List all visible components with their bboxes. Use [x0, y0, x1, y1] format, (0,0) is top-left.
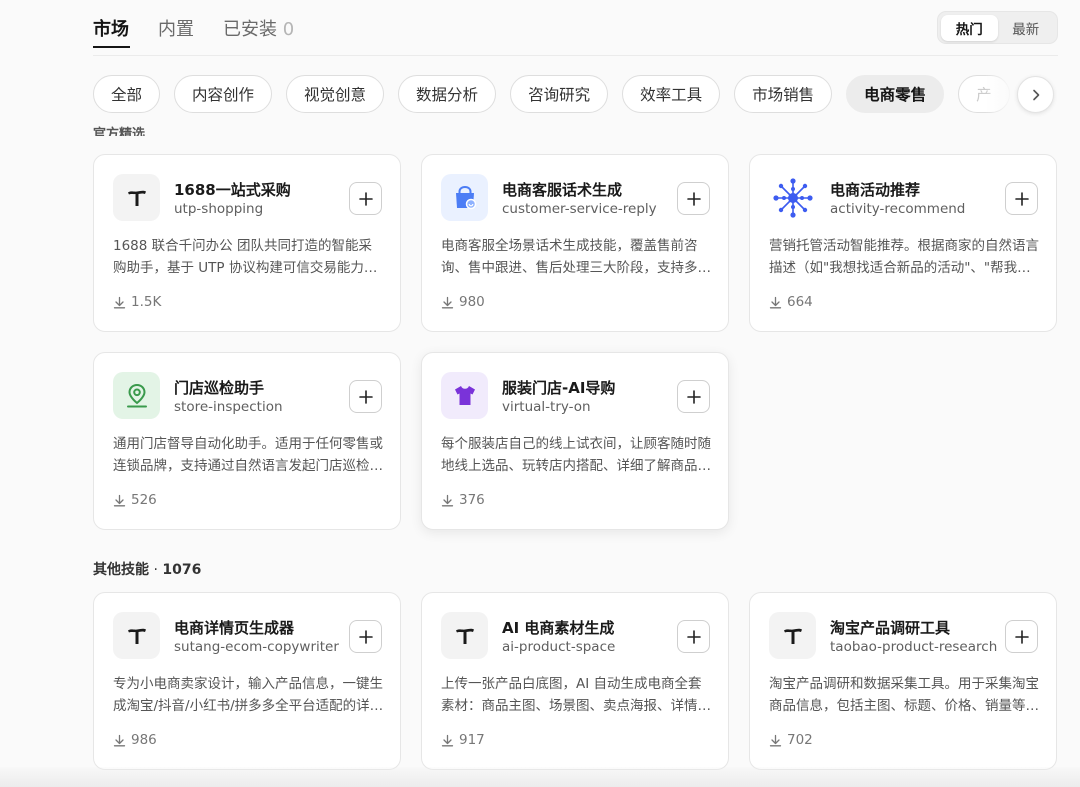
- t-logo-icon: [113, 174, 160, 221]
- skill-description: 1688 联合千问办公 团队共同打造的智能采购助手，基于 UTP 协议构建可信交…: [113, 238, 378, 276]
- download-icon: [441, 494, 454, 506]
- skill-slug: virtual-try-on: [502, 399, 591, 415]
- bottom-fade: [0, 767, 1080, 787]
- skill-name: 服装门店-AI导购: [502, 379, 616, 397]
- top-divider: [93, 55, 1058, 56]
- t-logo-icon: [441, 612, 488, 659]
- add-skill-button[interactable]: [1005, 182, 1038, 215]
- skill-description: 电商客服全场景话术生成技能，覆盖售前咨询、售中跟进、售后处理三大阶段，支持多种风…: [441, 238, 711, 276]
- sparkle-network-icon: [769, 174, 816, 221]
- plus-icon: [1014, 629, 1029, 644]
- t-logo-icon: [113, 612, 160, 659]
- skill-name: 电商客服话术生成: [502, 181, 623, 199]
- skill-slug: store-inspection: [174, 399, 283, 415]
- skill-description: 专为小电商卖家设计，输入产品信息，一键生成淘宝/抖音/小红书/拼多多全平台适配的…: [113, 676, 384, 714]
- download-icon: [113, 734, 126, 746]
- add-skill-button[interactable]: [349, 182, 382, 215]
- chips-next-button[interactable]: [1017, 76, 1054, 113]
- skill-description: 淘宝产品调研和数据采集工具。用于采集淘宝商品信息，包括主图、标题、价格、销量等数…: [769, 676, 1039, 714]
- skill-name: 电商详情页生成器: [174, 619, 295, 637]
- plus-icon: [686, 191, 701, 206]
- skill-name: 淘宝产品调研工具: [830, 619, 951, 637]
- skill-description: 上传一张产品白底图，AI 自动生成电商全套素材：商品主图、场景图、卖点海报、详情…: [441, 676, 711, 714]
- chip-all[interactable]: 全部: [93, 75, 161, 113]
- skill-card-customer-service-reply[interactable]: 电商客服话术生成 customer-service-reply 电商客服全场景话…: [421, 154, 729, 332]
- download-icon: [441, 296, 454, 308]
- top-tabs: 市场 内置 已安装 0: [93, 15, 323, 41]
- add-skill-button[interactable]: [349, 620, 382, 653]
- download-count: 376: [441, 492, 485, 508]
- plus-icon: [686, 389, 701, 404]
- chip-visual[interactable]: 视觉创意: [286, 75, 385, 113]
- chip-ecommerce[interactable]: 电商零售: [846, 75, 945, 113]
- skill-card-ai-product-space[interactable]: AI 电商素材生成 ai-product-space 上传一张产品白底图，AI …: [421, 592, 729, 770]
- skill-card-store-inspection[interactable]: 门店巡检助手 store-inspection 通用门店督导自动化助手。适用于任…: [93, 352, 401, 530]
- download-count: 986: [113, 732, 157, 748]
- tab-builtin[interactable]: 内置: [158, 15, 194, 41]
- skill-card-sutang-ecom-copywriter[interactable]: 电商详情页生成器 sutang-ecom-copywriter 专为小电商卖家设…: [93, 592, 401, 770]
- add-skill-button[interactable]: [677, 620, 710, 653]
- tab-market[interactable]: 市场: [93, 15, 129, 41]
- download-icon: [769, 296, 782, 308]
- add-skill-button[interactable]: [677, 182, 710, 215]
- download-count: 702: [769, 732, 813, 748]
- skill-name: 电商活动推荐: [830, 181, 921, 199]
- download-count: 917: [441, 732, 485, 748]
- skill-name: 1688一站式采购: [174, 181, 291, 199]
- other-section-title: 其他技能 · 1076: [93, 562, 202, 578]
- skill-name: 门店巡检助手: [174, 379, 265, 397]
- chip-consulting[interactable]: 咨询研究: [510, 75, 609, 113]
- category-chips: 全部 内容创作 视觉创意 数据分析 咨询研究 效率工具 市场销售 电商零售 产: [93, 75, 1057, 113]
- sort-toggle: 热门 最新: [937, 11, 1058, 44]
- skill-card-activity-recommend[interactable]: 电商活动推荐 activity-recommend 营销托管活动智能推荐。根据商…: [749, 154, 1057, 332]
- skill-slug: utp-shopping: [174, 201, 264, 217]
- skill-slug: ai-product-space: [502, 639, 616, 655]
- shopping-bag-icon: [441, 174, 488, 221]
- download-icon: [769, 734, 782, 746]
- plus-icon: [686, 629, 701, 644]
- skill-slug: sutang-ecom-copywriter: [174, 639, 339, 655]
- skill-name: AI 电商素材生成: [502, 619, 615, 637]
- skill-slug: taobao-product-research: [830, 639, 998, 655]
- download-count: 526: [113, 492, 157, 508]
- plus-icon: [358, 629, 373, 644]
- add-skill-button[interactable]: [1005, 620, 1038, 653]
- chip-content[interactable]: 内容创作: [174, 75, 273, 113]
- download-count: 664: [769, 294, 813, 310]
- active-tab-underline: [93, 46, 130, 48]
- plus-icon: [358, 389, 373, 404]
- add-skill-button[interactable]: [677, 380, 710, 413]
- t-shirt-icon: [441, 372, 488, 419]
- download-icon: [113, 296, 126, 308]
- map-pin-icon: [113, 372, 160, 419]
- skill-description: 每个服装店自己的线上试衣间，让顾客随时随地线上选品、玩转店内搭配、详细了解商品信…: [441, 436, 711, 474]
- skill-slug: activity-recommend: [830, 201, 966, 217]
- add-skill-button[interactable]: [349, 380, 382, 413]
- skill-card-utp-shopping[interactable]: 1688一站式采购 utp-shopping 1688 联合千问办公 团队共同打…: [93, 154, 401, 332]
- tab-installed[interactable]: 已安装 0: [223, 15, 294, 41]
- chip-data[interactable]: 数据分析: [398, 75, 497, 113]
- skill-description: 通用门店督导自动化助手。适用于任何零售或连锁品牌，支持通过自然语言发起门店巡检任…: [113, 436, 383, 474]
- other-section-count: 1076: [162, 562, 202, 578]
- sort-hot-button[interactable]: 热门: [941, 14, 998, 41]
- download-count: 980: [441, 294, 485, 310]
- t-logo-icon: [769, 612, 816, 659]
- skill-slug: customer-service-reply: [502, 201, 657, 217]
- skill-card-virtual-try-on[interactable]: 服装门店-AI导购 virtual-try-on 每个服装店自己的线上试衣间，让…: [421, 352, 729, 530]
- plus-icon: [358, 191, 373, 206]
- skill-description: 营销托管活动智能推荐。根据商家的自然语言描述（如"我想找适合新品的活动"、"帮我…: [769, 238, 1039, 276]
- skill-card-taobao-product-research[interactable]: 淘宝产品调研工具 taobao-product-research 淘宝产品调研和…: [749, 592, 1057, 770]
- chip-efficiency[interactable]: 效率工具: [622, 75, 721, 113]
- sort-latest-button[interactable]: 最新: [998, 15, 1055, 41]
- tab-installed-label: 已安装: [223, 19, 277, 40]
- download-icon: [441, 734, 454, 746]
- plus-icon: [1014, 191, 1029, 206]
- download-count: 1.5K: [113, 294, 161, 310]
- chevron-right-icon: [1032, 89, 1039, 100]
- chip-marketing[interactable]: 市场销售: [734, 75, 833, 113]
- installed-count: 0: [282, 19, 295, 40]
- official-section-title: 官方精选: [93, 127, 146, 136]
- download-icon: [113, 494, 126, 506]
